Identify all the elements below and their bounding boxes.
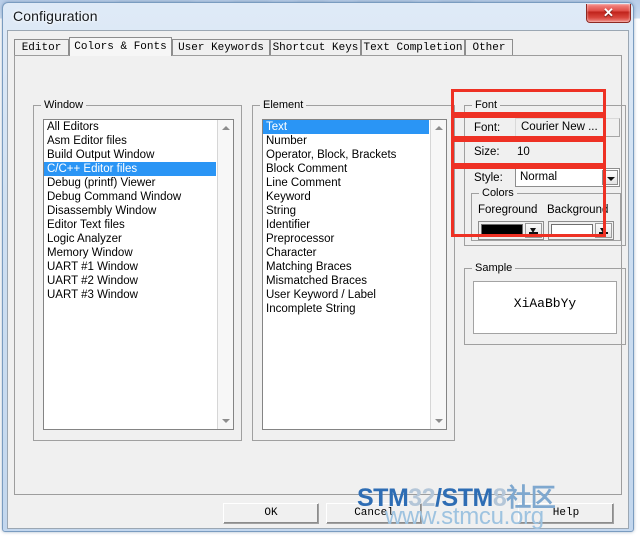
tab-colors-and-fonts[interactable]: Colors & Fonts [69, 37, 172, 56]
element-list-item[interactable]: String [263, 204, 429, 218]
font-group-label: Font [472, 99, 501, 111]
window-list-item[interactable]: Memory Window [44, 246, 216, 260]
cancel-button-label: Cancel [354, 507, 394, 519]
ok-button-label: OK [264, 507, 278, 519]
window-list-item[interactable]: UART #2 Window [44, 274, 216, 288]
element-list-item[interactable]: Mismatched Braces [263, 274, 429, 288]
element-list-item[interactable]: Line Comment [263, 176, 429, 190]
tab-panel-colors-and-fonts: Window All Editors Asm Editor files Build … [14, 55, 626, 495]
element-listbox[interactable]: Text Number Operator, Block, Brackets Block… [262, 119, 447, 430]
window-list-item[interactable]: Build Output Window [44, 148, 216, 162]
window-list-item[interactable]: C/C++ Editor files [44, 162, 216, 176]
window-list-item[interactable]: UART #3 Window [44, 288, 216, 302]
close-glyph: ✕ [603, 5, 614, 20]
scroll-up-icon[interactable] [218, 120, 233, 136]
sample-group-label: Sample [472, 262, 516, 274]
window-listbox[interactable]: All Editors Asm Editor files Build Output … [43, 119, 234, 430]
tab-label: Shortcut Keys [272, 42, 359, 54]
tab-label: Editor [21, 42, 62, 54]
foreground-color-swatch [481, 224, 523, 237]
tab-other[interactable]: Other [465, 39, 513, 56]
background-dropdown-icon[interactable] [595, 223, 612, 238]
window-group: Window All Editors Asm Editor files Build … [33, 99, 242, 441]
tab-editor[interactable]: Editor [14, 39, 69, 56]
colors-group: Colors Foreground Background [471, 187, 621, 241]
tab-label: User Keywords [178, 42, 264, 54]
element-list-item[interactable]: User Keyword / Label [263, 288, 429, 302]
window-list-item[interactable]: All Editors [44, 120, 216, 134]
element-list-item[interactable]: Incomplete String [263, 302, 429, 316]
cancel-button[interactable]: Cancel [326, 503, 422, 524]
element-list-item[interactable]: Operator, Block, Brackets [263, 148, 429, 162]
size-value: 10 [517, 146, 530, 158]
window-list-item[interactable]: Debug Command Window [44, 190, 216, 204]
font-picker-button[interactable]: Courier New ... [515, 118, 620, 137]
window-list-item[interactable]: Logic Analyzer [44, 232, 216, 246]
scroll-down-icon[interactable] [431, 413, 446, 429]
element-listbox-items: Text Number Operator, Block, Brackets Block… [263, 120, 429, 316]
sample-preview: XiAaBbYy [473, 281, 617, 334]
background-color-picker[interactable] [548, 221, 614, 240]
tab-label: Colors & Fonts [74, 41, 167, 53]
font-group: Font Font: Courier New ... Size: 10 Styl… [464, 99, 626, 246]
foreground-label: Foreground [478, 204, 538, 216]
element-group: Element Text Number Operator, Block, Brack… [252, 99, 455, 441]
element-list-item[interactable]: Preprocessor [263, 232, 429, 246]
tab-text-completion[interactable]: Text Completion [361, 39, 465, 56]
window-group-label: Window [41, 99, 87, 111]
element-list-item[interactable]: Identifier [263, 218, 429, 232]
configuration-dialog: Configuration ✕ Editor Colors & Fonts Us… [2, 2, 634, 532]
colors-group-label: Colors [479, 187, 517, 199]
ok-button[interactable]: OK [223, 503, 319, 524]
window-list-item[interactable]: Asm Editor files [44, 134, 216, 148]
scroll-down-icon[interactable] [218, 413, 233, 429]
window-list-item[interactable]: Editor Text files [44, 218, 216, 232]
window-list-item[interactable]: Debug (printf) Viewer [44, 176, 216, 190]
sample-group: Sample XiAaBbYy [464, 262, 626, 345]
foreground-color-picker[interactable] [478, 221, 544, 240]
element-list-item[interactable]: Matching Braces [263, 260, 429, 274]
close-icon[interactable]: ✕ [586, 4, 631, 23]
font-field-label: Font: [474, 122, 501, 134]
dialog-client-area: Editor Colors & Fonts User Keywords Shor… [7, 30, 629, 529]
style-select[interactable]: Normal [515, 168, 620, 187]
element-listbox-scrollbar[interactable] [430, 120, 446, 429]
help-button-label: Help [552, 507, 580, 519]
element-list-item[interactable]: Number [263, 134, 429, 148]
style-select-value: Normal [520, 171, 558, 183]
background-color-swatch [551, 224, 593, 237]
window-list-item[interactable]: Disassembly Window [44, 204, 216, 218]
size-field-label: Size: [474, 146, 500, 158]
help-button[interactable]: Help [518, 503, 614, 524]
element-list-item[interactable]: Block Comment [263, 162, 429, 176]
scroll-up-icon[interactable] [431, 120, 446, 136]
background-label: Background [547, 204, 609, 216]
chevron-down-icon[interactable] [602, 170, 618, 185]
window-title: Configuration [13, 8, 98, 24]
style-field-label: Style: [474, 172, 503, 184]
element-list-item[interactable]: Text [263, 120, 429, 134]
tab-label: Other [472, 42, 506, 54]
window-listbox-scrollbar[interactable] [217, 120, 233, 429]
window-list-item[interactable]: UART #1 Window [44, 260, 216, 274]
element-list-item[interactable]: Character [263, 246, 429, 260]
tab-strip: Editor Colors & Fonts User Keywords Shor… [14, 37, 622, 56]
foreground-dropdown-icon[interactable] [525, 223, 542, 238]
sample-text: XiAaBbYy [513, 296, 577, 311]
element-list-item[interactable]: Keyword [263, 190, 429, 204]
tab-shortcut-keys[interactable]: Shortcut Keys [270, 39, 361, 56]
tab-label: Text Completion [363, 42, 463, 54]
window-listbox-items: All Editors Asm Editor files Build Output … [44, 120, 216, 302]
element-group-label: Element [260, 99, 307, 111]
tab-user-keywords[interactable]: User Keywords [172, 39, 270, 56]
title-bar: Configuration ✕ [3, 3, 633, 31]
font-picker-value: Courier New ... [521, 121, 598, 133]
